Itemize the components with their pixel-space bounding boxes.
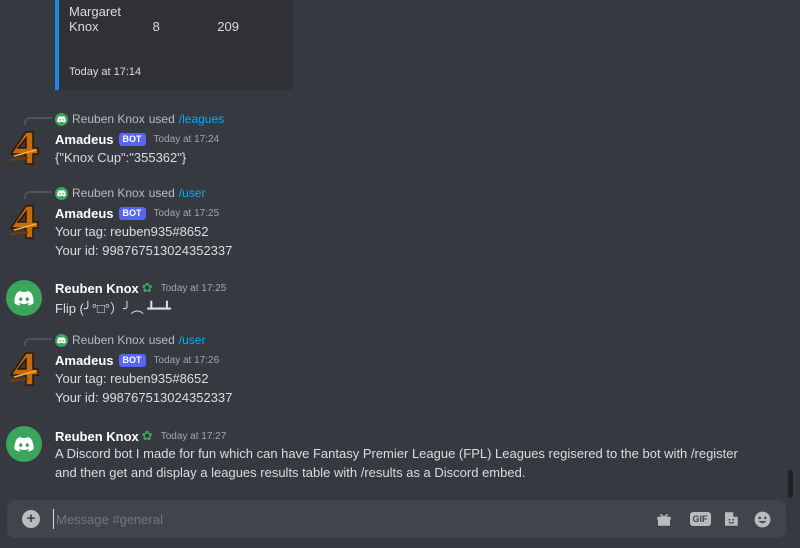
embed-cell-rank: 8 [152, 19, 160, 34]
discord-logo-icon [57, 115, 66, 123]
sprout-badge-icon: ✿ [141, 280, 153, 295]
user-avatar[interactable] [6, 280, 42, 316]
reply-used-text: used [148, 112, 175, 126]
bot-avatar[interactable] [6, 130, 42, 166]
command-reference[interactable]: Reuben Knox used /leagues [55, 112, 224, 126]
emoji-icon[interactable] [752, 509, 772, 529]
message-header: Reuben Knox ✿ Today at 17:25 [55, 280, 226, 296]
message-content: {"Knox Cup":"355362"} [55, 150, 187, 165]
bot-avatar[interactable] [6, 351, 42, 387]
message-timestamp: Today at 17:25 [153, 208, 220, 219]
reply-connector [24, 338, 52, 346]
discord-logo-icon [57, 189, 66, 197]
reply-avatar [55, 112, 68, 126]
message-header: Amadeus BOT Today at 17:26 [55, 353, 219, 368]
reply-user[interactable]: Reuben Knox [72, 112, 145, 126]
results-embed: Margaret Knox 8 209 Today at 17:14 [55, 0, 293, 90]
embed-cell-name: Margaret Knox [69, 4, 122, 34]
discord-logo-icon [14, 436, 34, 452]
message-content: Your tag: reuben935#8652 [55, 224, 209, 239]
command-reference[interactable]: Reuben Knox used /user [55, 333, 205, 347]
author-name[interactable]: Amadeus [55, 353, 114, 368]
reply-used-text: used [148, 333, 175, 347]
command-reference[interactable]: Reuben Knox used /user [55, 186, 205, 200]
message-content: Your tag: reuben935#8652 [55, 371, 209, 386]
reply-user[interactable]: Reuben Knox [72, 333, 145, 347]
message-header: Amadeus BOT Today at 17:24 [55, 132, 219, 147]
message-content: A Discord bot I made for fun which can h… [55, 446, 738, 480]
scrollbar-thumb[interactable] [788, 470, 793, 498]
message-header: Amadeus BOT Today at 17:25 [55, 206, 219, 221]
message-composer: + GIF [7, 500, 786, 538]
message-content: Your id: 998767513024352337 [55, 243, 233, 258]
gift-icon[interactable] [654, 509, 674, 529]
reply-connector [24, 191, 52, 199]
message-timestamp: Today at 17:25 [160, 282, 227, 294]
message-content: Flip (╯°□°）╯︵ ┻━┻ [55, 301, 171, 316]
reply-connector [24, 117, 52, 125]
embed-cell-points: 209 [217, 19, 239, 34]
embed-footer-timestamp: Today at 17:14 [69, 66, 142, 78]
discord-logo-icon [14, 290, 34, 306]
message-timestamp: Today at 17:27 [160, 430, 227, 442]
bot-tag: BOT [118, 207, 146, 220]
message-header: Reuben Knox ✿ Today at 17:27 [55, 428, 226, 444]
bot-tag: BOT [118, 354, 146, 367]
add-icon[interactable]: + [22, 510, 40, 528]
author-name[interactable]: Reuben Knox [55, 281, 139, 296]
gif-label: GIF [689, 512, 711, 526]
amadeus-avatar-icon [9, 352, 39, 386]
author-name[interactable]: Amadeus [55, 206, 114, 221]
author-name[interactable]: Reuben Knox [55, 429, 139, 444]
gif-icon[interactable]: GIF [688, 509, 712, 529]
reply-user[interactable]: Reuben Knox [72, 186, 145, 200]
reply-command[interactable]: /user [179, 186, 206, 200]
sprout-badge-icon: ✿ [141, 428, 153, 443]
embed-table-row: Margaret Knox 8 209 [69, 4, 239, 34]
sticker-icon[interactable] [721, 509, 741, 529]
message-list: Margaret Knox 8 209 Today at 17:14 Reube… [0, 0, 800, 500]
reply-command[interactable]: /user [179, 333, 206, 347]
message-input[interactable] [53, 509, 553, 529]
message-content: Your id: 998767513024352337 [55, 390, 233, 405]
discord-logo-icon [57, 336, 66, 344]
reply-command[interactable]: /leagues [179, 112, 224, 126]
bot-avatar[interactable] [6, 204, 42, 240]
message-timestamp: Today at 17:24 [153, 134, 220, 145]
bot-tag: BOT [118, 133, 146, 146]
amadeus-avatar-icon [9, 131, 39, 165]
author-name[interactable]: Amadeus [55, 132, 114, 147]
amadeus-avatar-icon [9, 205, 39, 239]
reply-used-text: used [148, 186, 175, 200]
message-timestamp: Today at 17:26 [153, 355, 220, 366]
user-avatar[interactable] [6, 426, 42, 462]
reply-avatar [55, 333, 68, 347]
reply-avatar [55, 186, 68, 200]
